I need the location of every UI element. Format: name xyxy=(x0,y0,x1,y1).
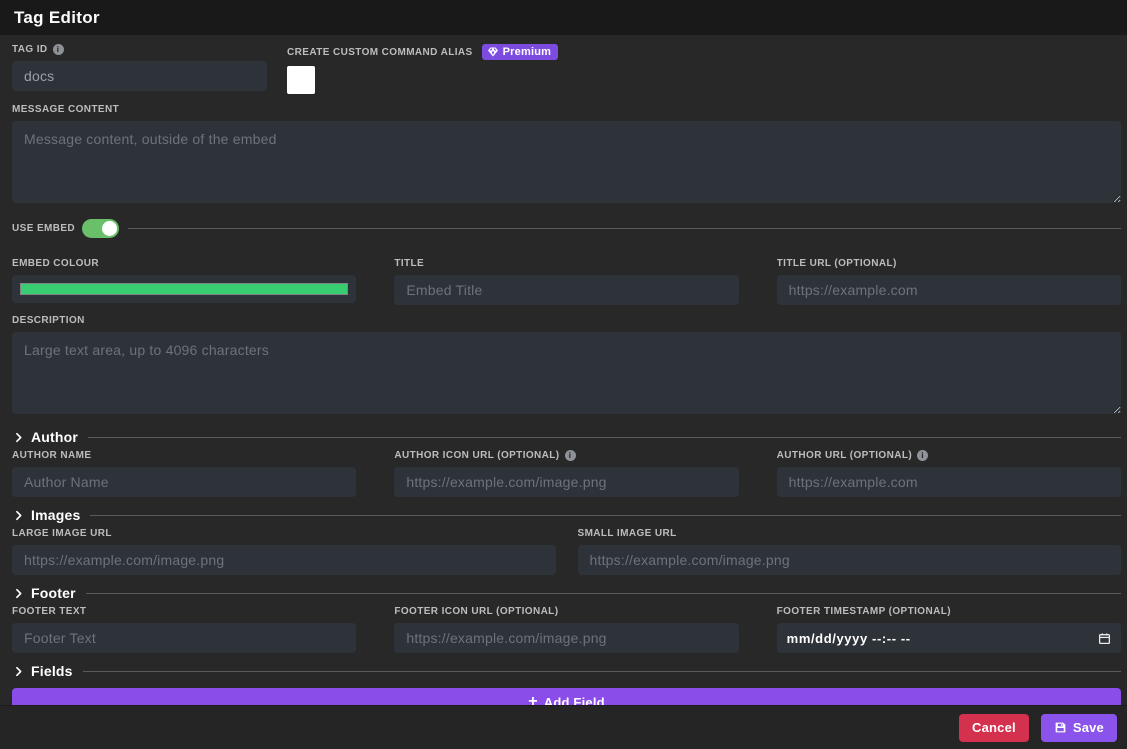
title-url-group: TITLE URL (OPTIONAL) xyxy=(777,258,1121,305)
fields-section-title: Fields xyxy=(31,663,73,679)
calendar-icon[interactable] xyxy=(1098,632,1111,645)
title-group: TITLE xyxy=(394,258,738,305)
author-url-input[interactable] xyxy=(777,467,1121,497)
embed-colour-label: EMBED COLOUR xyxy=(12,258,356,269)
images-section-title: Images xyxy=(31,507,80,523)
info-icon[interactable]: i xyxy=(565,450,576,461)
fields-section-header[interactable]: Fields xyxy=(12,663,1121,679)
chevron-right-icon[interactable] xyxy=(12,587,25,600)
alias-label: CREATE CUSTOM COMMAND ALIAS xyxy=(287,47,473,58)
tag-id-label-row: TAG ID i xyxy=(12,44,267,55)
author-icon-url-input[interactable] xyxy=(394,467,738,497)
large-image-url-group: LARGE IMAGE URL xyxy=(12,528,556,575)
footer-timestamp-input[interactable]: mm/dd/yyyy --:-- -- xyxy=(777,623,1121,653)
use-embed-toggle[interactable] xyxy=(82,219,119,238)
author-url-group: AUTHOR URL (OPTIONAL) i xyxy=(777,450,1121,497)
description-group: DESCRIPTION xyxy=(12,315,1121,419)
images-section-header[interactable]: Images xyxy=(12,507,1121,523)
alias-checkbox[interactable] xyxy=(287,66,315,94)
use-embed-row: USE EMBED xyxy=(12,218,1121,238)
chevron-right-icon[interactable] xyxy=(12,431,25,444)
message-content-group: MESSAGE CONTENT xyxy=(12,104,1121,208)
action-bar: Cancel Save xyxy=(0,705,1127,749)
chevron-right-icon[interactable] xyxy=(12,509,25,522)
page-title: Tag Editor xyxy=(14,8,100,28)
author-name-label: AUTHOR NAME xyxy=(12,450,356,461)
datetime-value[interactable]: mm/dd/yyyy --:-- -- xyxy=(787,631,1098,646)
description-label: DESCRIPTION xyxy=(12,315,1121,326)
author-name-input[interactable] xyxy=(12,467,356,497)
footer-icon-url-group: FOOTER ICON URL (OPTIONAL) xyxy=(394,606,738,653)
message-content-textarea[interactable] xyxy=(12,121,1121,203)
title-input[interactable] xyxy=(394,275,738,305)
premium-badge[interactable]: Premium xyxy=(482,44,558,60)
footer-timestamp-label: FOOTER TIMESTAMP (OPTIONAL) xyxy=(777,606,1121,617)
divider xyxy=(88,437,1121,438)
footer-text-input[interactable] xyxy=(12,623,356,653)
title-url-label: TITLE URL (OPTIONAL) xyxy=(777,258,1121,269)
divider xyxy=(86,593,1121,594)
author-section-header[interactable]: Author xyxy=(12,429,1121,445)
use-embed-label: USE EMBED xyxy=(12,223,75,234)
info-icon[interactable]: i xyxy=(917,450,928,461)
save-button[interactable]: Save xyxy=(1041,714,1117,742)
title-label: TITLE xyxy=(394,258,738,269)
tag-id-group: TAG ID i xyxy=(12,44,267,94)
alias-label-row: CREATE CUSTOM COMMAND ALIAS Premium xyxy=(287,44,1121,60)
premium-badge-label: Premium xyxy=(503,46,551,58)
author-icon-url-label-row: AUTHOR ICON URL (OPTIONAL) i xyxy=(394,450,738,461)
save-button-label: Save xyxy=(1073,720,1104,735)
description-textarea[interactable] xyxy=(12,332,1121,414)
embed-colour-group: EMBED COLOUR xyxy=(12,258,356,305)
toggle-knob-icon xyxy=(102,221,117,236)
gem-icon xyxy=(487,46,499,58)
info-icon[interactable]: i xyxy=(53,44,64,55)
author-url-label: AUTHOR URL (OPTIONAL) xyxy=(777,450,912,461)
cancel-button[interactable]: Cancel xyxy=(959,714,1029,742)
tag-id-input[interactable] xyxy=(12,61,267,91)
save-floppy-icon xyxy=(1054,721,1067,734)
chevron-right-icon[interactable] xyxy=(12,665,25,678)
author-icon-url-group: AUTHOR ICON URL (OPTIONAL) i xyxy=(394,450,738,497)
author-icon-url-label: AUTHOR ICON URL (OPTIONAL) xyxy=(394,450,559,461)
author-section-title: Author xyxy=(31,429,78,445)
colour-swatch xyxy=(20,283,348,295)
alias-group: CREATE CUSTOM COMMAND ALIAS Premium xyxy=(287,44,1121,94)
large-image-url-label: LARGE IMAGE URL xyxy=(12,528,556,539)
cancel-button-label: Cancel xyxy=(972,720,1016,735)
tag-id-label: TAG ID xyxy=(12,44,48,55)
divider xyxy=(83,671,1121,672)
author-url-label-row: AUTHOR URL (OPTIONAL) i xyxy=(777,450,1121,461)
footer-text-group: FOOTER TEXT xyxy=(12,606,356,653)
large-image-url-input[interactable] xyxy=(12,545,556,575)
small-image-url-label: SMALL IMAGE URL xyxy=(578,528,1122,539)
message-content-label: MESSAGE CONTENT xyxy=(12,104,1121,115)
footer-icon-url-input[interactable] xyxy=(394,623,738,653)
footer-timestamp-group: FOOTER TIMESTAMP (OPTIONAL) mm/dd/yyyy -… xyxy=(777,606,1121,653)
footer-icon-url-label: FOOTER ICON URL (OPTIONAL) xyxy=(394,606,738,617)
small-image-url-input[interactable] xyxy=(578,545,1122,575)
embed-colour-picker[interactable] xyxy=(12,275,356,303)
footer-section-title: Footer xyxy=(31,585,76,601)
title-bar: Tag Editor xyxy=(0,0,1127,35)
small-image-url-group: SMALL IMAGE URL xyxy=(578,528,1122,575)
author-name-group: AUTHOR NAME xyxy=(12,450,356,497)
divider xyxy=(90,515,1121,516)
divider xyxy=(128,228,1121,229)
footer-text-label: FOOTER TEXT xyxy=(12,606,356,617)
footer-section-header[interactable]: Footer xyxy=(12,585,1121,601)
title-url-input[interactable] xyxy=(777,275,1121,305)
tag-editor-form: TAG ID i CREATE CUSTOM COMMAND ALIAS Pre… xyxy=(0,35,1127,716)
